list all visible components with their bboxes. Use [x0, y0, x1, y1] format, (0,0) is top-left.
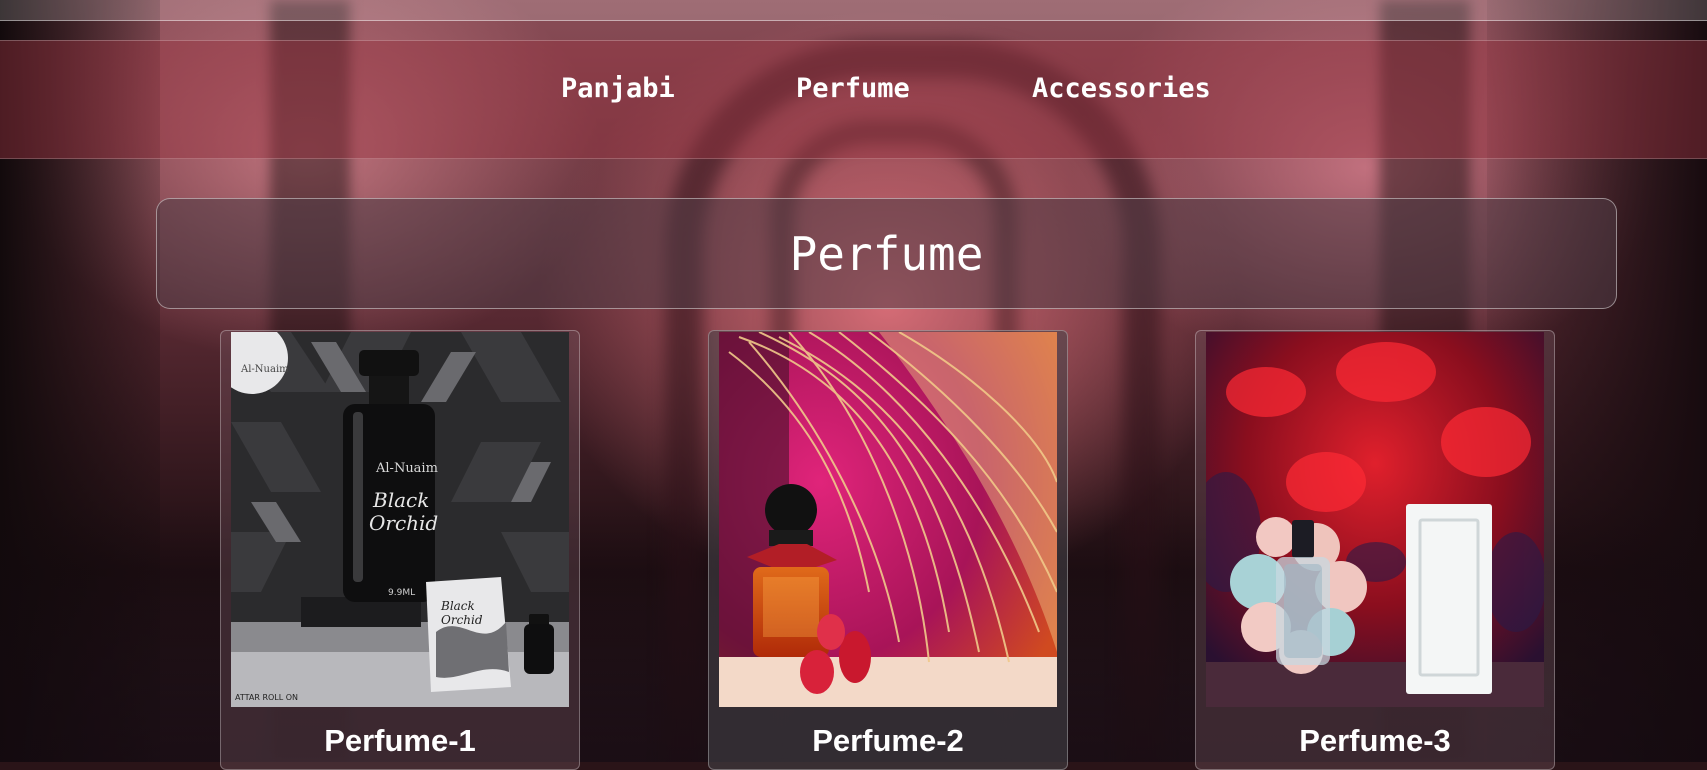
- product-image-3[interactable]: [1206, 332, 1544, 707]
- product-image-2[interactable]: [719, 332, 1057, 707]
- bottle-name-line2: Orchid: [369, 511, 438, 535]
- top-strip: [0, 0, 1707, 21]
- nav-link-panjabi[interactable]: Panjabi: [561, 73, 675, 104]
- page-title: Perfume: [789, 227, 984, 281]
- bottle-brand-text: Al-Nuaim: [375, 461, 438, 476]
- product-title-3[interactable]: Perfume-3: [1196, 723, 1554, 759]
- nav-link-accessories[interactable]: Accessories: [1032, 73, 1211, 104]
- product-title-2[interactable]: Perfume-2: [709, 723, 1067, 759]
- bottle-name-line1: Black: [372, 488, 429, 512]
- product-title-1[interactable]: Perfume-1: [221, 723, 579, 759]
- nav-link-perfume[interactable]: Perfume: [796, 73, 910, 104]
- box-name-line2: Orchid: [441, 613, 483, 627]
- product-image-1[interactable]: Al-Nuaim Al-Nuaim Black Orchid 9.9ML Bla…: [231, 332, 569, 707]
- page-title-panel: Perfume: [156, 198, 1617, 309]
- product-card-2[interactable]: Perfume-2: [708, 330, 1068, 770]
- bottle-volume-text: 9.9ML: [388, 588, 415, 598]
- brand-badge-text: Al-Nuaim: [240, 364, 289, 375]
- main-nav: Panjabi Perfume Accessories: [0, 40, 1707, 159]
- image-footer-text: ATTAR ROLL ON: [235, 693, 298, 702]
- product-card-3[interactable]: Perfume-3: [1195, 330, 1555, 770]
- box-name-line1: Black: [440, 599, 475, 613]
- product-card-1[interactable]: Al-Nuaim Al-Nuaim Black Orchid 9.9ML Bla…: [220, 330, 580, 770]
